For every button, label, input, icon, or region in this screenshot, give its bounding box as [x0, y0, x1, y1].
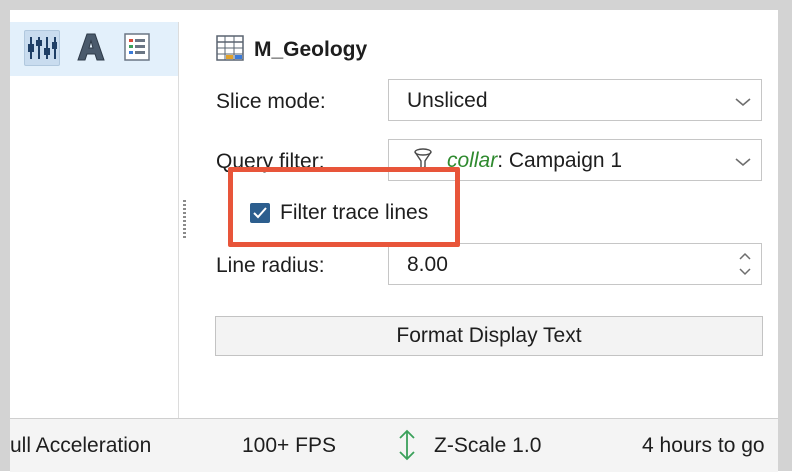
fps-counter: 100+ FPS — [242, 434, 336, 457]
text-style-icon[interactable] — [74, 30, 108, 64]
left-panel — [10, 22, 179, 418]
table-grid-icon — [216, 34, 244, 66]
window-frame-left — [0, 0, 10, 471]
filter-value: Campaign 1 — [503, 149, 623, 172]
slice-mode-dropdown[interactable]: Unsliced — [388, 79, 762, 121]
z-scale-arrows-icon[interactable] — [396, 428, 418, 467]
line-radius-spinbox[interactable]: 8.00 — [388, 243, 762, 285]
line-radius-label: Line radius: — [216, 254, 325, 277]
window-frame-top — [0, 0, 792, 10]
chevron-down-icon — [735, 154, 751, 172]
panel-splitter-handle[interactable] — [183, 200, 186, 240]
chevron-down-icon — [735, 94, 751, 112]
line-radius-value: 8.00 — [407, 253, 448, 276]
highlight-annotation-box — [228, 167, 460, 247]
legend-list-icon[interactable] — [120, 30, 154, 64]
z-scale-value[interactable]: Z-Scale 1.0 — [434, 434, 541, 458]
spinner-arrows-icon[interactable] — [737, 249, 753, 279]
window-frame-right — [778, 0, 792, 471]
slice-mode-label: Slice mode: — [216, 90, 326, 113]
time-remaining: 4 hours to go — [642, 434, 765, 457]
slice-mode-value: Unsliced — [407, 89, 488, 112]
object-title-row: M_Geology — [216, 34, 368, 66]
object-title: M_Geology — [254, 38, 368, 61]
layer-adjust-icon[interactable] — [24, 30, 60, 66]
format-display-text-button[interactable]: Format Display Text — [215, 316, 763, 356]
display-toolbar — [10, 22, 178, 76]
acceleration-status: ull Acceleration — [10, 434, 152, 457]
